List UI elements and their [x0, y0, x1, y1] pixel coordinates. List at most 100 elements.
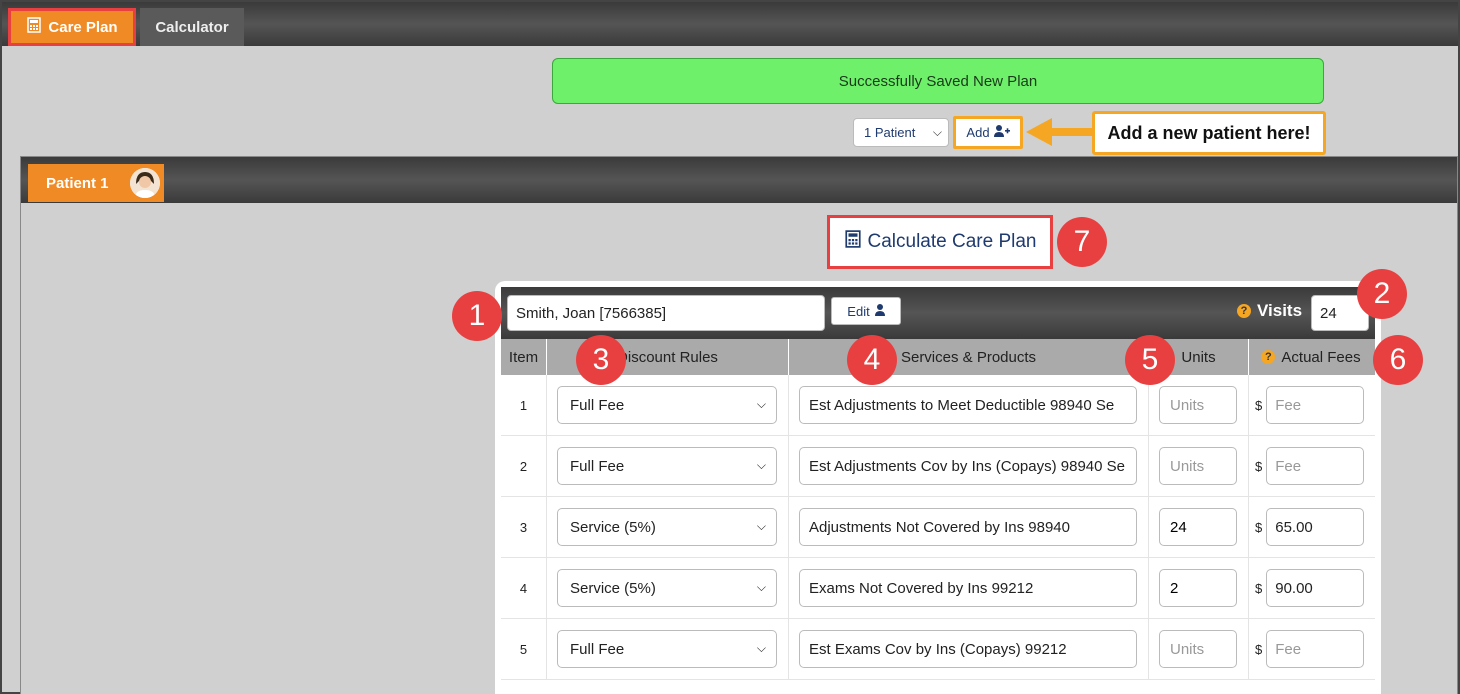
discount-rule-value: Full Fee: [570, 396, 625, 414]
fee-cell: $ 65.00: [1249, 497, 1373, 557]
tab-calculator-label: Calculator: [155, 18, 229, 36]
discount-rule-select[interactable]: Full Fee ⌵: [557, 386, 777, 424]
discount-rule-cell: Full Fee ⌵: [547, 619, 789, 679]
step-marker-7: 7: [1057, 217, 1107, 267]
discount-rule-select[interactable]: Full Fee ⌵: [557, 630, 777, 668]
fee-field[interactable]: 90.00: [1266, 569, 1365, 607]
currency-symbol: $: [1255, 458, 1263, 474]
patient-tab-bar: Patient 1: [21, 157, 1457, 203]
discount-rule-cell: Full Fee ⌵: [547, 436, 789, 496]
table-body: 1 Full Fee ⌵ Est Adjustments to Meet Ded…: [501, 375, 1375, 680]
service-field[interactable]: Est Adjustments to Meet Deductible 98940…: [799, 386, 1137, 424]
avatar: [130, 168, 160, 198]
patient-count-select[interactable]: 1 Patient ⌵: [853, 118, 949, 147]
tab-calculator[interactable]: Calculator: [140, 8, 244, 46]
add-user-icon: [993, 125, 1010, 140]
currency-symbol: $: [1255, 519, 1263, 535]
care-plan-table: Item Discount Rules Services & Products …: [501, 339, 1375, 680]
step-marker-4: 4: [847, 335, 897, 385]
success-banner: Successfully Saved New Plan: [552, 58, 1324, 104]
currency-symbol: $: [1255, 641, 1263, 657]
callout-arrow-line: [1048, 128, 1094, 136]
add-patient-callout: Add a new patient here!: [1092, 111, 1326, 155]
fee-field[interactable]: 65.00: [1266, 508, 1365, 546]
tab-care-plan-label: Care Plan: [48, 18, 118, 36]
chevron-down-icon: ⌵: [756, 397, 766, 411]
units-field[interactable]: Units: [1159, 386, 1237, 424]
service-cell: Est Adjustments to Meet Deductible 98940…: [789, 375, 1149, 435]
user-icon: [874, 303, 885, 319]
service-field[interactable]: Adjustments Not Covered by Ins 98940: [799, 508, 1137, 546]
discount-rule-cell: Full Fee ⌵: [547, 375, 789, 435]
fee-cell: $ Fee: [1249, 436, 1373, 496]
discount-rule-cell: Service (5%) ⌵: [547, 558, 789, 618]
discount-rule-value: Service (5%): [570, 518, 656, 536]
step-marker-5: 5: [1125, 335, 1175, 385]
header-services-products: Services & Products: [789, 339, 1149, 375]
care-plan-card: Smith, Joan [7566385] Edit ? Visits 24 I…: [495, 281, 1381, 694]
discount-rule-value: Full Fee: [570, 640, 625, 658]
add-patient-button[interactable]: Add: [953, 116, 1023, 149]
patient-count-value: 1 Patient: [864, 125, 916, 140]
fee-field[interactable]: Fee: [1266, 630, 1365, 668]
item-number: 5: [501, 619, 547, 679]
discount-rule-select[interactable]: Service (5%) ⌵: [557, 569, 777, 607]
units-cell: Units: [1149, 619, 1249, 679]
discount-rule-cell: Service (5%) ⌵: [547, 497, 789, 557]
units-field[interactable]: Units: [1159, 447, 1237, 485]
discount-rule-value: Service (5%): [570, 579, 656, 597]
fee-field[interactable]: Fee: [1266, 386, 1365, 424]
item-number: 4: [501, 558, 547, 618]
chevron-down-icon: ⌵: [756, 580, 766, 594]
fee-cell: $ Fee: [1249, 375, 1373, 435]
calculate-care-plan-button[interactable]: Calculate Care Plan: [827, 215, 1053, 269]
help-icon[interactable]: ?: [1261, 350, 1276, 364]
table-row: 1 Full Fee ⌵ Est Adjustments to Meet Ded…: [501, 375, 1375, 436]
tab-patient-1[interactable]: Patient 1: [28, 164, 164, 202]
service-field[interactable]: Exams Not Covered by Ins 99212: [799, 569, 1137, 607]
service-cell: Adjustments Not Covered by Ins 98940: [789, 497, 1149, 557]
header-actual-fees: ? Actual Fees: [1249, 339, 1373, 375]
service-field[interactable]: Est Adjustments Cov by Ins (Copays) 9894…: [799, 447, 1137, 485]
service-field[interactable]: Est Exams Cov by Ins (Copays) 99212: [799, 630, 1137, 668]
fee-cell: $ Fee: [1249, 619, 1373, 679]
step-marker-3: 3: [576, 335, 626, 385]
chevron-down-icon: ⌵: [756, 458, 766, 472]
units-field[interactable]: Units: [1159, 630, 1237, 668]
help-icon[interactable]: ?: [1237, 304, 1251, 318]
currency-symbol: $: [1255, 397, 1263, 413]
calculator-icon: [26, 17, 42, 37]
fee-field[interactable]: Fee: [1266, 447, 1365, 485]
step-marker-2: 2: [1357, 269, 1407, 319]
item-number: 3: [501, 497, 547, 557]
top-tab-bar: Care Plan Calculator: [2, 2, 1458, 46]
units-cell: Units: [1149, 436, 1249, 496]
calculate-care-plan-label: Calculate Care Plan: [867, 231, 1037, 252]
table-row: 2 Full Fee ⌵ Est Adjustments Cov by Ins …: [501, 436, 1375, 497]
table-header: Item Discount Rules Services & Products …: [501, 339, 1375, 375]
header-item: Item: [501, 339, 547, 375]
chevron-down-icon: ⌵: [756, 641, 766, 655]
tab-care-plan[interactable]: Care Plan: [8, 8, 136, 46]
plan-header: Smith, Joan [7566385] Edit ? Visits 24: [501, 287, 1375, 339]
units-cell: 2: [1149, 558, 1249, 618]
discount-rule-select[interactable]: Full Fee ⌵: [557, 447, 777, 485]
chevron-down-icon: ⌵: [932, 125, 942, 139]
units-cell: 24: [1149, 497, 1249, 557]
chevron-down-icon: ⌵: [756, 519, 766, 533]
table-row: 4 Service (5%) ⌵ Exams Not Covered by In…: [501, 558, 1375, 619]
header-actual-fees-label: Actual Fees: [1281, 348, 1361, 366]
step-marker-6: 6: [1373, 335, 1423, 385]
discount-rule-select[interactable]: Service (5%) ⌵: [557, 508, 777, 546]
table-row: 5 Full Fee ⌵ Est Exams Cov by Ins (Copay…: [501, 619, 1375, 680]
units-field[interactable]: 2: [1159, 569, 1237, 607]
patient-name-field[interactable]: Smith, Joan [7566385]: [507, 295, 825, 331]
edit-patient-button[interactable]: Edit: [831, 297, 901, 325]
discount-rule-value: Full Fee: [570, 457, 625, 475]
add-patient-label: Add: [966, 125, 990, 140]
item-number: 1: [501, 375, 547, 435]
visits-label: ? Visits: [1237, 301, 1302, 321]
item-number: 2: [501, 436, 547, 496]
units-field[interactable]: 24: [1159, 508, 1237, 546]
table-row: 3 Service (5%) ⌵ Adjustments Not Covered…: [501, 497, 1375, 558]
